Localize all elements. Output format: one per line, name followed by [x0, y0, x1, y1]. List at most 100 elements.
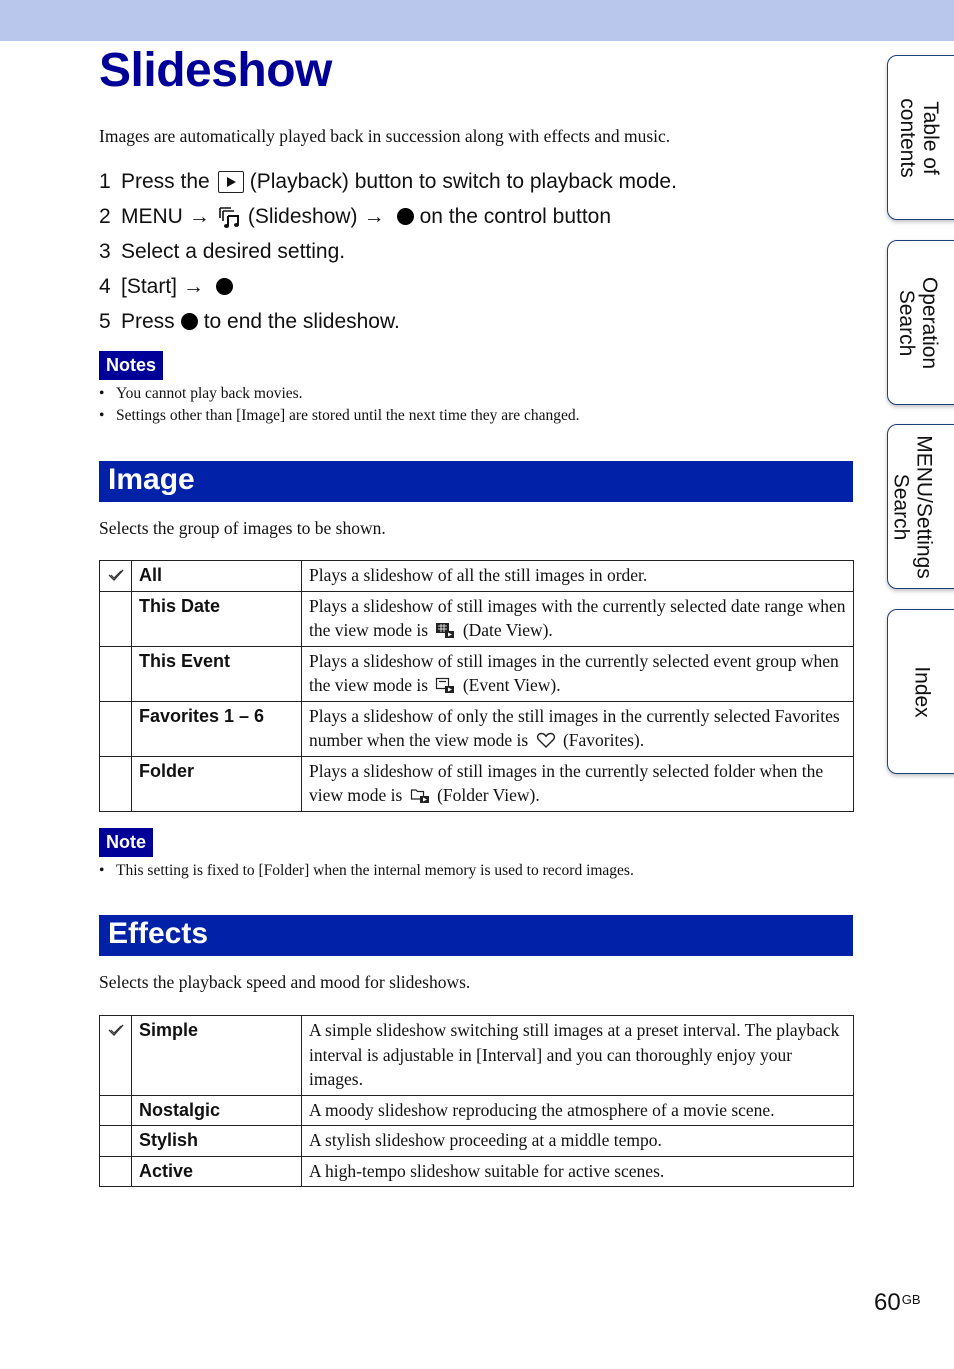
note-item: This setting is fixed to [Folder] when t… — [99, 860, 634, 882]
step-5: 5 Press to end the slideshow. — [99, 304, 677, 339]
step-number: 1 — [99, 169, 111, 193]
option-description: Plays a slideshow of still images with t… — [301, 590, 854, 647]
default-check-icon — [108, 1024, 124, 1037]
option-description: Plays a slideshow of still images in the… — [301, 755, 854, 812]
default-marker-cell — [99, 560, 132, 592]
arrow-right-icon: → — [183, 274, 205, 298]
folder-view-icon — [410, 789, 429, 803]
step-text: Select a desired setting. — [121, 239, 346, 263]
option-name: Folder — [131, 755, 302, 812]
section-heading-effects: Effects — [99, 915, 853, 956]
notes-label: Notes — [99, 351, 164, 380]
center-button-icon — [216, 278, 234, 295]
favorites-heart-icon — [536, 732, 555, 748]
playback-button-icon — [217, 170, 244, 193]
tab-operation-search[interactable]: Operation Search — [887, 240, 954, 405]
tab-table-of-contents[interactable]: Table of contents — [887, 55, 954, 220]
step-text: (Playback) button to switch to playback … — [249, 169, 677, 193]
option-description: Plays a slideshow of only the still imag… — [301, 700, 854, 757]
tab-menu-settings-search[interactable]: MENU/Settings Search — [887, 424, 954, 589]
tab-label: Operation Search — [894, 276, 941, 369]
default-marker-cell — [99, 1094, 132, 1126]
note-item: You cannot play back movies. — [99, 383, 580, 405]
description-text: (Favorites). — [562, 730, 645, 750]
tab-label: MENU/Settings Search — [889, 434, 936, 579]
default-marker-cell — [99, 1015, 132, 1096]
option-description: Plays a slideshow of still images in the… — [301, 645, 854, 702]
default-marker-cell — [99, 1155, 132, 1187]
description-text: (Event View). — [462, 675, 561, 695]
description-text: Plays a slideshow of still images with t… — [309, 595, 846, 641]
default-check-icon — [108, 569, 124, 582]
description-text: (Folder View). — [437, 785, 540, 805]
effects-options-table: Simple A simple slideshow switching stil… — [99, 1015, 854, 1187]
tab-label: Table of contents — [896, 97, 943, 178]
effects-section-description: Selects the playback speed and mood for … — [99, 972, 471, 992]
arrow-right-icon: → — [363, 204, 385, 228]
event-view-icon — [436, 677, 455, 693]
default-marker-cell — [99, 1125, 132, 1157]
intro-text: Images are automatically played back in … — [99, 126, 671, 146]
image-section-description: Selects the group of images to be shown. — [99, 518, 386, 538]
step-text: [Start] — [121, 274, 178, 298]
center-button-icon — [396, 208, 414, 225]
step-number: 3 — [99, 239, 111, 263]
table-row: Simple A simple slideshow switching stil… — [99, 1015, 854, 1096]
default-marker-cell — [99, 700, 132, 757]
step-1: 1 Press the (Playback) button to switch … — [99, 164, 677, 199]
table-row: Favorites 1 – 6 Plays a slideshow of onl… — [99, 700, 854, 757]
center-button-icon — [180, 313, 198, 330]
step-3: 3 Select a desired setting. — [99, 234, 677, 269]
table-row: This Date Plays a slideshow of still ima… — [99, 590, 854, 647]
table-row: This Event Plays a slideshow of still im… — [99, 645, 854, 702]
step-text: (Slideshow) — [247, 204, 358, 228]
step-number: 5 — [99, 309, 111, 333]
default-marker-cell — [99, 755, 132, 812]
step-4: 4 [Start] → — [99, 269, 677, 304]
table-row: Active A high-tempo slideshow suitable f… — [99, 1155, 854, 1187]
note-list: This setting is fixed to [Folder] when t… — [99, 860, 634, 882]
table-row: Nostalgic A moody slideshow reproducing … — [99, 1094, 854, 1126]
date-view-icon — [436, 623, 455, 638]
default-marker-cell — [99, 645, 132, 702]
option-name: All — [131, 560, 302, 592]
note-label: Note — [99, 828, 153, 857]
option-name: Simple — [131, 1015, 302, 1096]
step-text: to end the slideshow. — [203, 309, 400, 333]
step-2: 2 MENU → (Slideshow) → on the control bu… — [99, 199, 677, 234]
arrow-right-icon: → — [188, 204, 210, 228]
option-description: A high-tempo slideshow suitable for acti… — [301, 1155, 854, 1187]
note-item: Settings other than [Image] are stored u… — [99, 405, 580, 427]
slideshow-icon — [219, 206, 239, 228]
section-heading-image: Image — [99, 461, 853, 502]
description-text: Plays a slideshow of still images in the… — [309, 650, 839, 696]
table-row: Folder Plays a slideshow of still images… — [99, 755, 854, 812]
description-text: Plays a slideshow of still images in the… — [309, 760, 824, 806]
table-row: Stylish A stylish slideshow proceeding a… — [99, 1125, 854, 1157]
description-text: (Date View). — [462, 620, 553, 640]
option-description: A simple slideshow switching still image… — [301, 1015, 854, 1096]
option-name: This Event — [131, 645, 302, 702]
description-text: Plays a slideshow of all the still image… — [309, 565, 648, 585]
option-description: A stylish slideshow proceeding at a midd… — [301, 1125, 854, 1157]
page-number: 60GB — [874, 1289, 921, 1316]
option-description: A moody slideshow reproducing the atmosp… — [301, 1094, 854, 1126]
image-options-table: All Plays a slideshow of all the still i… — [99, 560, 854, 812]
option-name: Favorites 1 – 6 — [131, 700, 302, 757]
option-description: Plays a slideshow of all the still image… — [301, 560, 854, 592]
top-banner — [0, 0, 954, 41]
step-number: 4 — [99, 274, 111, 298]
step-text: Press the — [121, 169, 210, 193]
option-name: This Date — [131, 590, 302, 647]
option-name: Stylish — [131, 1125, 302, 1157]
tab-index[interactable]: Index — [887, 609, 954, 774]
page-title: Slideshow — [99, 44, 332, 97]
step-text: MENU — [121, 204, 183, 228]
steps-list: 1 Press the (Playback) button to switch … — [99, 164, 677, 339]
step-number: 2 — [99, 204, 111, 228]
table-row: All Plays a slideshow of all the still i… — [99, 560, 854, 592]
tab-label: Index — [910, 665, 934, 718]
option-name: Nostalgic — [131, 1094, 302, 1126]
option-name: Active — [131, 1155, 302, 1187]
default-marker-cell — [99, 590, 132, 647]
